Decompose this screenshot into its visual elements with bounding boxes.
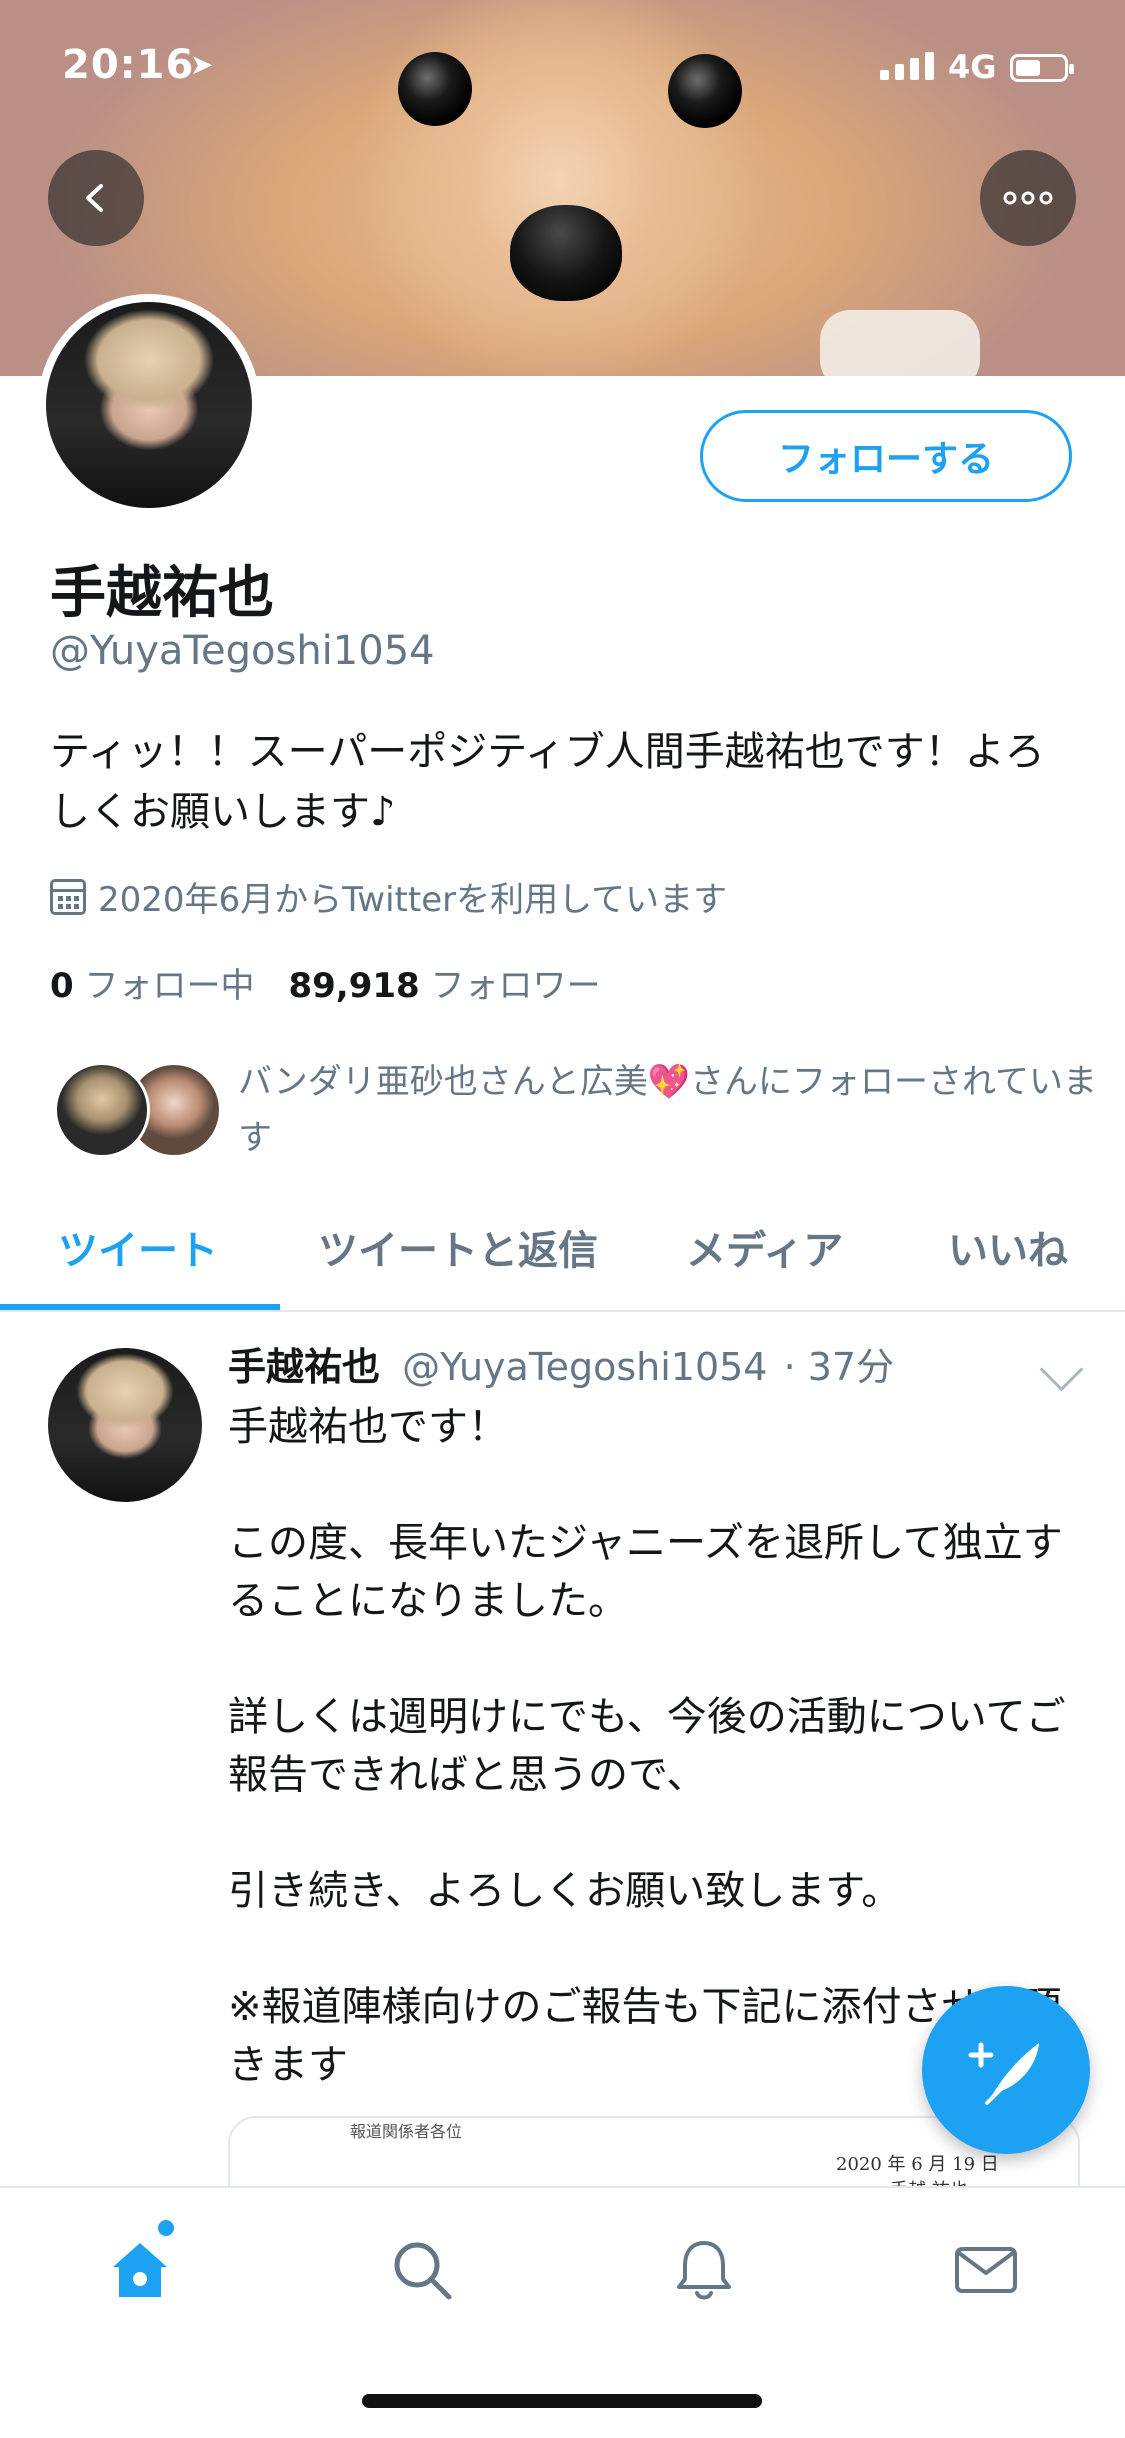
home-tab[interactable] xyxy=(100,2230,180,2310)
joined-text: 2020年6月からTwitterを利用しています xyxy=(98,880,728,920)
cellular-signal-icon xyxy=(880,52,934,80)
back-button[interactable] xyxy=(48,150,144,246)
tab-tweets-and-replies[interactable]: ツイートと返信 xyxy=(318,1218,598,1276)
home-icon xyxy=(113,2243,167,2297)
avatar-image xyxy=(46,302,252,508)
messages-tab[interactable] xyxy=(946,2230,1026,2310)
messages-envelope-icon xyxy=(955,2247,1017,2293)
tweet-time: · 37分 xyxy=(783,1345,895,1389)
tweet-author-avatar[interactable] xyxy=(48,1348,202,1502)
followers-label: フォロワー xyxy=(430,966,601,1006)
followed-by-text: バンダリ亜砂也さんと広美💖さんにフォローされています xyxy=(238,1062,1098,1158)
active-tab-indicator xyxy=(0,1304,280,1310)
tab-likes[interactable]: いいね xyxy=(948,1218,1068,1276)
more-horizontal-icon xyxy=(1003,191,1053,205)
follow-button[interactable]: フォローする xyxy=(700,410,1072,502)
followers-link[interactable]: 89,918 フォロワー xyxy=(288,958,600,1007)
joined-date: 2020年6月からTwitterを利用しています xyxy=(50,872,727,921)
calendar-icon xyxy=(50,878,86,915)
status-time: 20:16 xyxy=(62,42,195,88)
compose-tweet-button[interactable] xyxy=(922,1986,1090,2154)
followers-count: 89,918 xyxy=(288,966,420,1006)
search-tab[interactable] xyxy=(382,2230,462,2310)
tweet-header: 手越祐也 @YuyaTegoshi1054 · 37分 xyxy=(228,1336,894,1391)
profile-bio: ティッ！！スーパーポジティブ人間手越祐也です！よろしくお願いします♪ xyxy=(50,729,1045,835)
followed-by[interactable]: バンダリ亜砂也さんと広美💖さんにフォローされています xyxy=(50,1054,1097,1164)
battery-icon xyxy=(1010,54,1074,82)
attachment-date: 2020 年 6 月 19 日 xyxy=(836,2154,999,2175)
tweet-line: 手越祐也です！ xyxy=(228,1404,508,1450)
following-count: 0 xyxy=(50,966,74,1006)
tweet-text: 手越祐也です！ この度、長年いたジャニーズを退所して独立することになりました。 … xyxy=(228,1398,1088,2094)
follower-avatar xyxy=(54,1062,150,1158)
tweet-line: 引き続き、よろしくお願い致します。 xyxy=(228,1868,902,1914)
home-indicator[interactable] xyxy=(362,2394,762,2408)
notifications-tab[interactable] xyxy=(664,2230,744,2310)
compose-feather-icon xyxy=(968,2042,1039,2105)
tweet-line: 詳しくは週明けにでも、今後の活動についてご報告できればと思うので、 xyxy=(228,1694,1066,1798)
profile-tabs: ツイート ツイートと返信 メディア いいね xyxy=(0,1180,1125,1312)
tweet-line: この度、長年いたジャニーズを退所して独立することになりました。 xyxy=(228,1520,1063,1624)
attachment-header-text: 報道関係者各位 xyxy=(350,2122,463,2141)
new-activity-dot xyxy=(158,2220,174,2236)
profile-avatar[interactable] xyxy=(38,294,260,516)
following-link[interactable]: 0 フォロー中 xyxy=(50,958,254,1007)
more-options-button[interactable] xyxy=(980,150,1076,246)
location-arrow-icon: ➤ xyxy=(190,48,214,81)
follow-stats: 0 フォロー中 89,918 フォロワー xyxy=(50,958,601,1007)
following-label: フォロー中 xyxy=(84,966,255,1006)
tab-media[interactable]: メディア xyxy=(686,1218,843,1276)
banner-dog-nose xyxy=(510,205,622,301)
profile-handle: @YuyaTegoshi1054 xyxy=(50,628,435,674)
chevron-left-icon xyxy=(86,184,103,212)
network-type: 4G xyxy=(948,48,997,86)
chevron-down-icon[interactable] xyxy=(1039,1347,1084,1392)
tweet-author-name[interactable]: 手越祐也 xyxy=(228,1345,380,1389)
search-icon xyxy=(394,2242,452,2300)
notifications-bell-icon xyxy=(677,2241,731,2300)
banner-dog-bib xyxy=(820,310,980,376)
status-bar: 20:16 ➤ 4G xyxy=(0,0,1125,140)
tweet-author-handle: @YuyaTegoshi1054 xyxy=(402,1345,768,1389)
tab-tweets[interactable]: ツイート xyxy=(58,1218,218,1276)
profile-name: 手越祐也 xyxy=(50,561,274,626)
